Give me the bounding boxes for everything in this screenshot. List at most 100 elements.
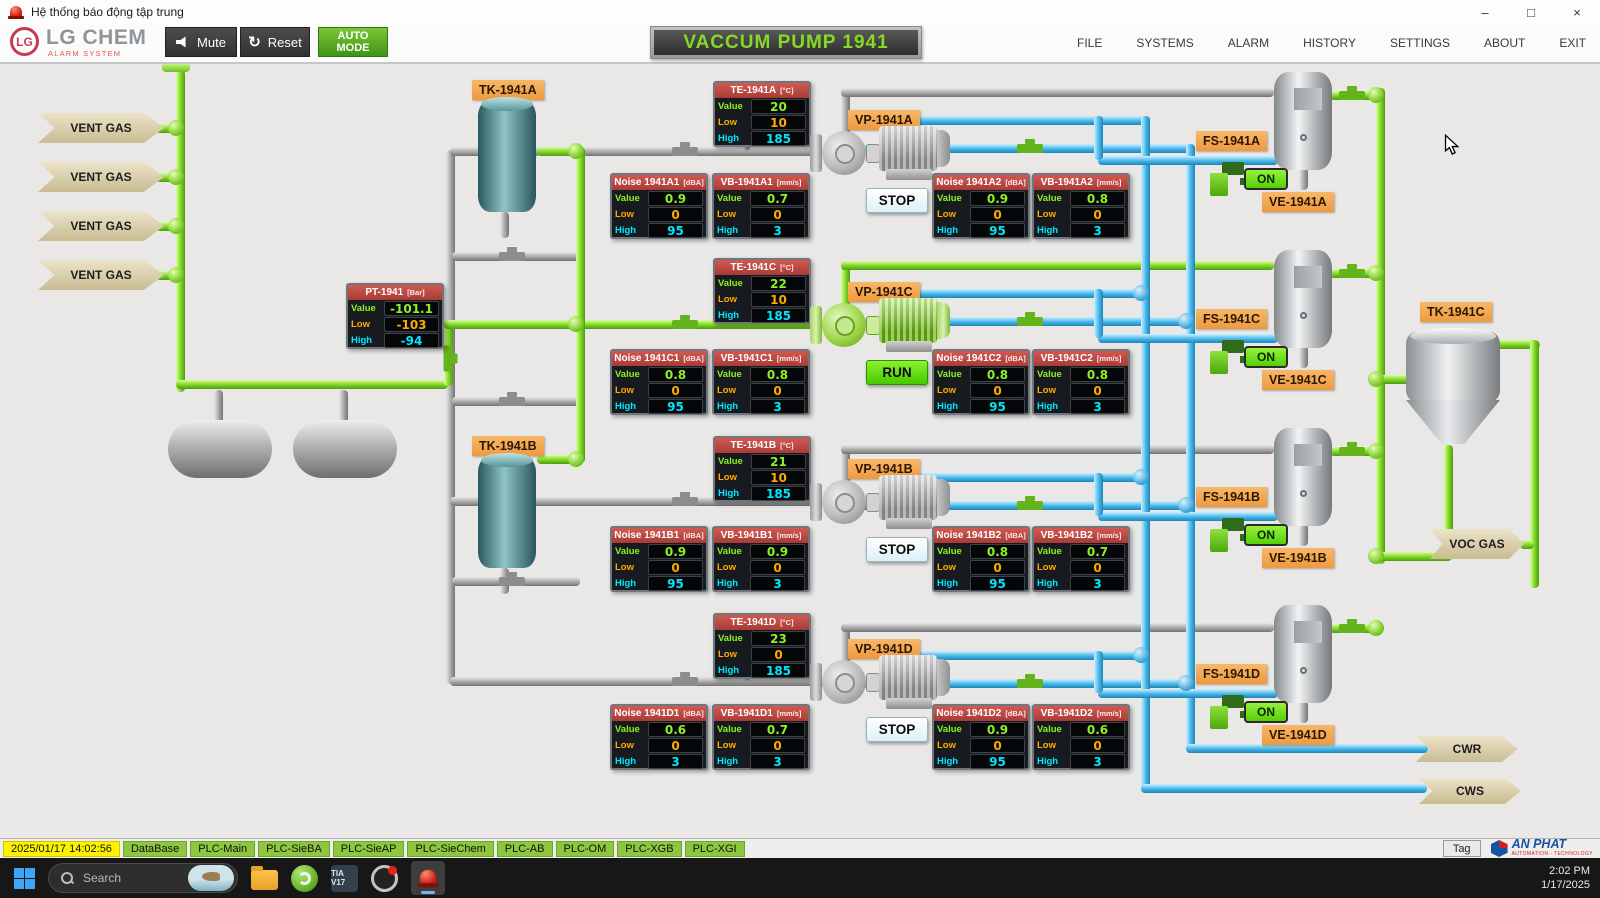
menu-item-exit[interactable]: EXIT <box>1559 36 1586 50</box>
panel-row-label: Value <box>718 633 748 644</box>
alarm-siren-icon <box>417 869 439 887</box>
panel-value: 0.7 <box>750 722 805 737</box>
alarm-app-taskbar-icon[interactable] <box>411 861 445 895</box>
flow-label-voc-gas: VOC GAS <box>1430 529 1524 559</box>
pump-state-button[interactable]: STOP <box>866 188 928 213</box>
clock-date: 1/17/2025 <box>1541 878 1590 892</box>
vent-gas-label: VENT GAS <box>38 211 164 241</box>
panel-vb-1941b2: VB-1941B2[mm/s] Value0.7 Low0 High3 <box>1032 526 1130 592</box>
panel-row-label: High <box>718 665 748 676</box>
mute-button[interactable]: Mute <box>165 27 237 57</box>
pump-state-button[interactable]: STOP <box>866 717 928 742</box>
reset-button[interactable]: ↻Reset <box>240 27 310 57</box>
panel-low: 0 <box>648 207 703 222</box>
panel-high: 185 <box>751 486 806 501</box>
panel-title: TE-1941D <box>731 617 777 628</box>
menu-item-alarm[interactable]: ALARM <box>1228 36 1269 50</box>
panel-unit: [mm/s] <box>1097 354 1122 363</box>
mouse-cursor <box>1443 134 1461 156</box>
tag-button[interactable]: Tag <box>1443 840 1481 857</box>
search-input[interactable]: Search <box>48 863 238 893</box>
reset-label: Reset <box>268 35 302 50</box>
plc-status-plc-main[interactable]: PLC-Main <box>190 841 255 857</box>
panel-title: VB-1941D1 <box>721 708 773 719</box>
panel-row-label: High <box>717 225 747 236</box>
flow-label-text: CWS <box>1456 784 1484 798</box>
vent-gas-text: VENT GAS <box>70 219 131 233</box>
file-explorer-icon[interactable] <box>251 870 278 890</box>
menu-item-about[interactable]: ABOUT <box>1484 36 1525 50</box>
plc-status-plc-om[interactable]: PLC-OM <box>556 841 615 857</box>
panel-value: 0.8 <box>970 367 1025 382</box>
app-header: LG LG CHEM ALARM SYSTEM Mute ↻Reset AUTO… <box>0 24 1600 64</box>
panel-vb-1941c2: VB-1941C2[mm/s] Value0.8 Low0 High3 <box>1032 349 1130 415</box>
maximize-button[interactable]: □ <box>1508 0 1554 24</box>
panel-row-label: Low <box>717 562 747 573</box>
pipe-valve <box>672 147 698 156</box>
pipe-junction <box>168 169 184 185</box>
panel-row-label: High <box>1037 578 1067 589</box>
panel-title: TE-1941B <box>731 440 777 451</box>
plc-status-plc-siechem[interactable]: PLC-SieChem <box>407 841 493 857</box>
panel-row-label: High <box>717 578 747 589</box>
tia-portal-icon[interactable]: TIA V17 <box>331 865 358 892</box>
pump-state-button[interactable]: RUN <box>866 360 928 385</box>
menu-item-history[interactable]: HISTORY <box>1303 36 1356 50</box>
panel-unit: [mm/s] <box>1097 709 1122 718</box>
plc-status-plc-ab[interactable]: PLC-AB <box>497 841 553 857</box>
flow-switch-status-button[interactable]: ON <box>1244 524 1288 546</box>
plc-status-plc-xgb[interactable]: PLC-XGB <box>617 841 681 857</box>
menu-item-settings[interactable]: SETTINGS <box>1390 36 1450 50</box>
vessel-graphic <box>1274 250 1332 348</box>
pipe-segment <box>1094 116 1103 160</box>
auto-mode-label: AUTO MODE <box>325 30 381 54</box>
panel-noise-1941d1: Noise 1941D1[dBA] Value0.6 Low0 High3 <box>610 704 708 770</box>
panel-pt-1941: PT-1941[Bar] Value-101.1 Low-103 High-94 <box>346 283 444 349</box>
panel-row-label: Value <box>717 369 747 380</box>
flow-switch-status-button[interactable]: ON <box>1244 701 1288 723</box>
panel-low: 0 <box>750 383 805 398</box>
minimize-button[interactable]: – <box>1462 0 1508 24</box>
flow-label-text: VOC GAS <box>1449 537 1504 551</box>
windows-start-icon[interactable] <box>14 868 35 889</box>
pipe-segment <box>1141 784 1427 793</box>
plc-status-plc-sieap[interactable]: PLC-SieAP <box>333 841 405 857</box>
panel-row-label: Low <box>1037 562 1067 573</box>
green-app-icon[interactable] <box>291 865 318 892</box>
plc-status-plc-xgi[interactable]: PLC-XGI <box>685 841 745 857</box>
menu-item-file[interactable]: FILE <box>1077 36 1102 50</box>
panel-value: 0.6 <box>648 722 703 737</box>
pump-state-button[interactable]: STOP <box>866 537 928 562</box>
menu-item-systems[interactable]: SYSTEMS <box>1136 36 1193 50</box>
flow-switch-status-button[interactable]: ON <box>1244 346 1288 368</box>
scada-screen: TK-1941A TK-1941B TK-1941C VOC GAS CWR C… <box>0 0 1600 898</box>
pipe-valve <box>672 320 698 329</box>
plc-status-database[interactable]: DataBase <box>123 841 187 857</box>
panel-row-label: Low <box>718 294 748 305</box>
panel-title: Noise 1941B1 <box>614 530 679 541</box>
lg-logo-icon: LG <box>10 27 39 56</box>
flow-switch-status-button[interactable]: ON <box>1244 168 1288 190</box>
panel-row-label: Low <box>615 740 645 751</box>
close-button[interactable]: × <box>1554 0 1600 24</box>
taskbar-clock[interactable]: 2:02 PM 1/17/2025 <box>1541 858 1590 898</box>
vessel-group-ve-1941b: FS-1941B ON VE-1941B <box>1190 428 1400 578</box>
mute-icon <box>176 36 190 48</box>
panel-low: 0 <box>750 738 805 753</box>
vessel-group-ve-1941d: FS-1941D ON VE-1941D <box>1190 605 1400 755</box>
pump-group-vp-1941b: VP-1941B STOP <box>810 453 962 567</box>
panel-title: VB-1941A2 <box>1041 177 1093 188</box>
auto-mode-button[interactable]: AUTO MODE <box>318 27 388 57</box>
plc-status-plc-sieba[interactable]: PLC-SieBA <box>258 841 330 857</box>
recorder-app-icon[interactable] <box>371 865 398 892</box>
panel-high: 3 <box>648 754 703 769</box>
panel-unit: [mm/s] <box>1097 531 1122 540</box>
panel-row-label: Low <box>1037 385 1067 396</box>
pipe-segment <box>214 390 223 424</box>
panel-row-label: Value <box>718 101 748 112</box>
panel-row-label: High <box>717 756 747 767</box>
taskbar: Search TIA V17 2:02 PM 1/17/2025 <box>0 858 1600 898</box>
panel-high: 3 <box>1070 223 1125 238</box>
panel-row-label: High <box>615 401 645 412</box>
panel-title: TE-1941C <box>731 262 777 273</box>
